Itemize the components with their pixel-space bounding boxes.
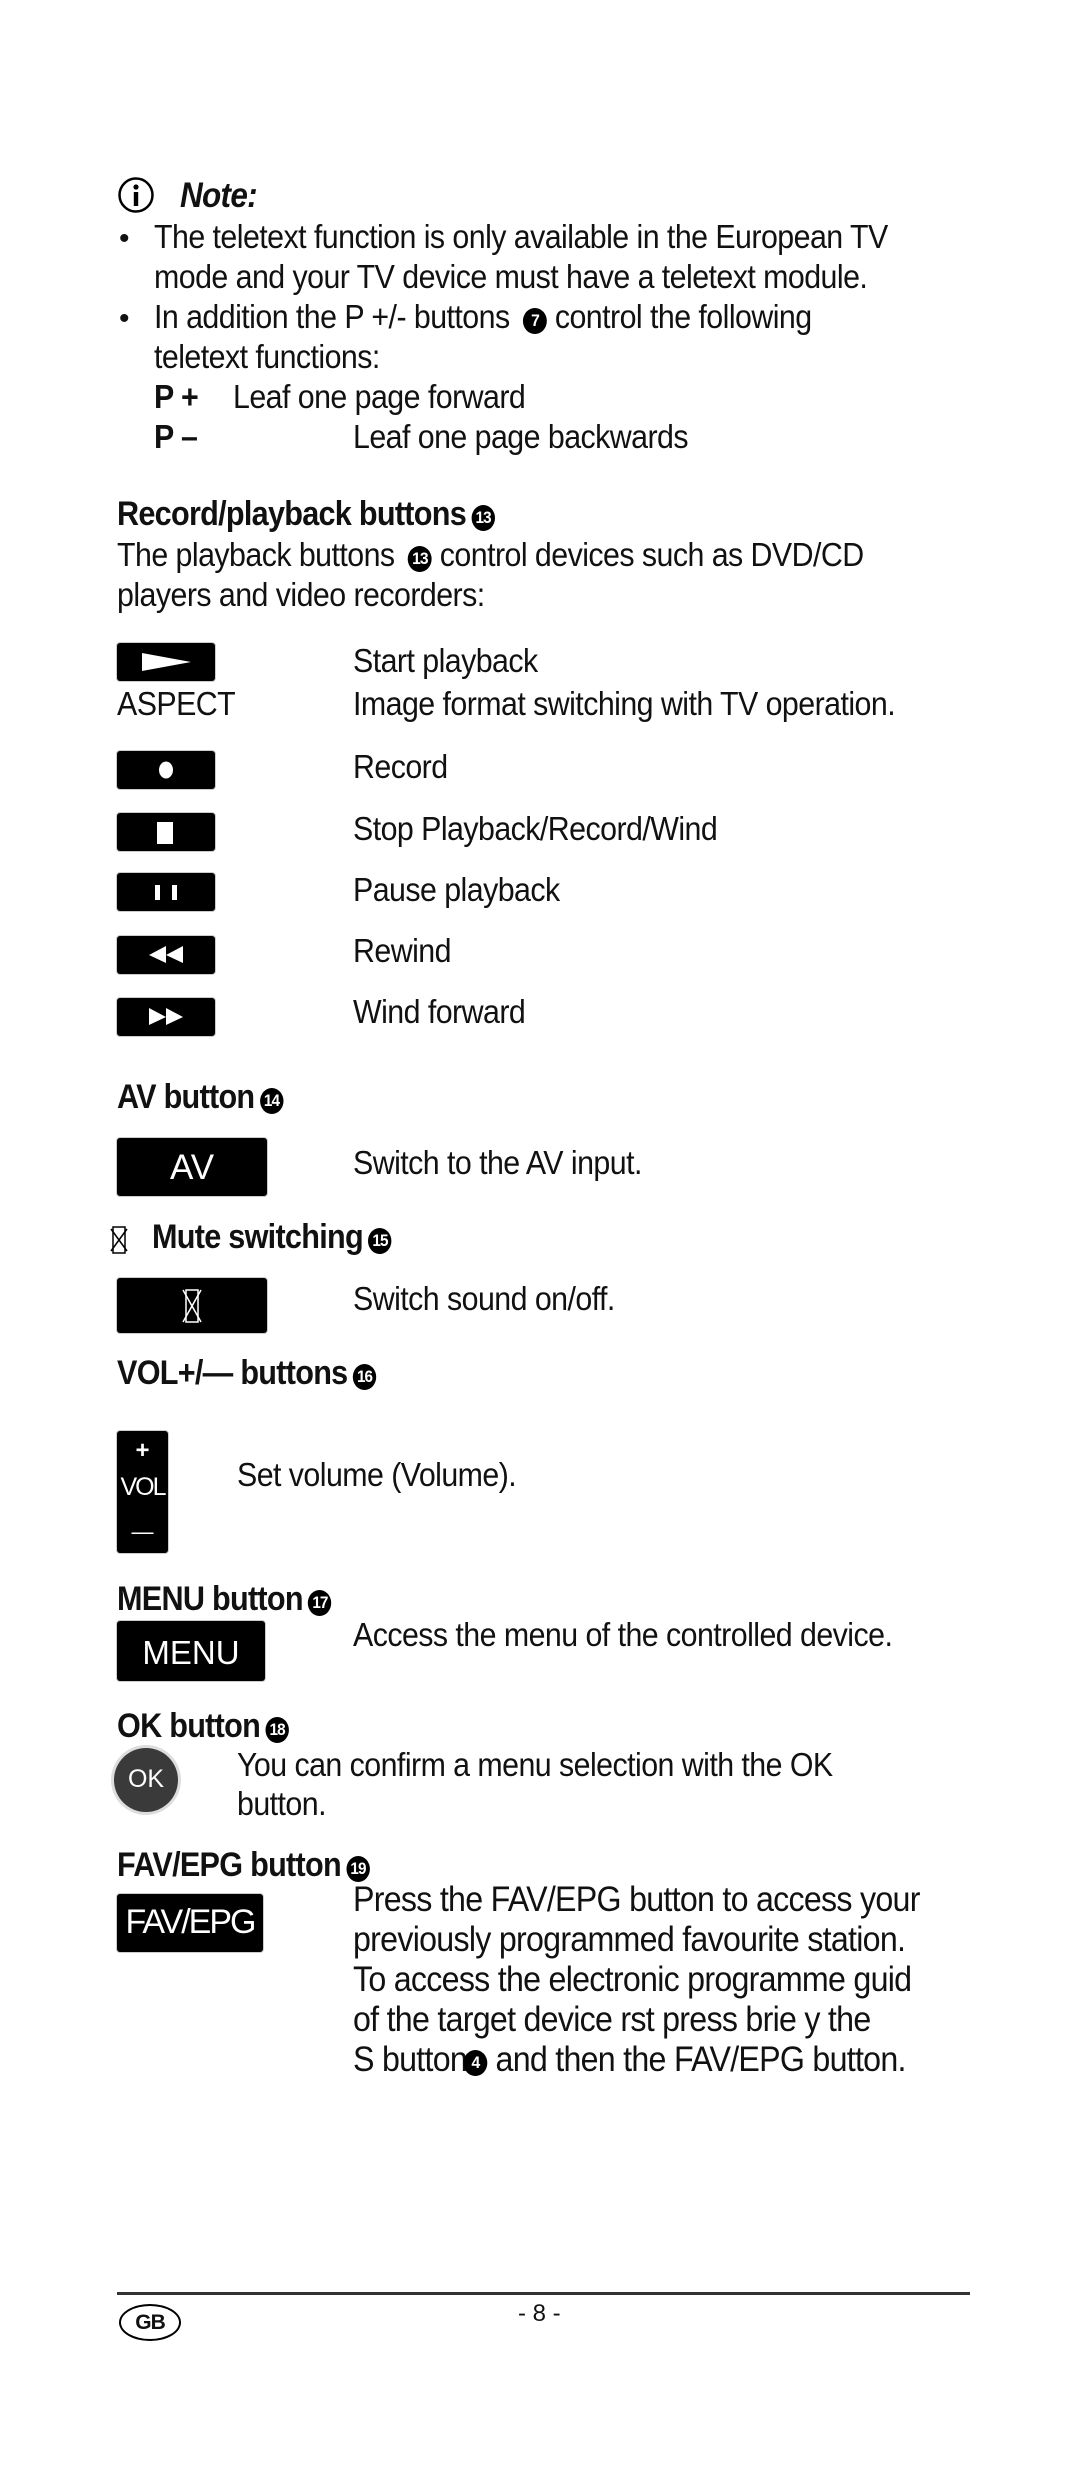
fav-epg-heading: FAV/EPG button 19: [117, 1846, 370, 1885]
fav-epg-button: FAV/EPG: [117, 1894, 263, 1952]
heading-text: OK button: [117, 1707, 261, 1745]
menu-heading: MENU button 17: [117, 1580, 332, 1619]
stop-icon: [157, 822, 173, 844]
ref-number-badge: 13: [471, 505, 495, 531]
record-desc: Record: [353, 748, 448, 785]
vol-button: + VOL —: [117, 1431, 168, 1553]
mute-icon: [182, 1289, 202, 1323]
footer-divider: [117, 2292, 970, 2295]
heading-text: AV button: [117, 1078, 255, 1116]
menu-desc: Access the menu of the controlled device…: [353, 1616, 893, 1653]
ok-heading: OK button 18: [117, 1707, 289, 1746]
ref-number-badge: 19: [346, 1856, 370, 1882]
record-button: [117, 751, 215, 789]
stop-desc: Stop Playback/Record/Wind: [353, 810, 718, 847]
heading-text: VOL+/— buttons: [117, 1354, 348, 1392]
note-bullet-2-text-a: In addition the P +/- buttons: [154, 298, 510, 335]
note-bullet-1-line-2: mode and your TV device must have a tele…: [154, 258, 868, 295]
fav-epg-line-4: of the target device rst press brie y th…: [353, 2000, 871, 2039]
menu-button: MENU: [117, 1621, 265, 1681]
fav-epg-line-1: Press the FAV/EPG button to access your: [353, 1880, 920, 1919]
page-number: - 8 -: [518, 2300, 561, 2327]
fast-forward-icon: [149, 1008, 183, 1025]
record-playback-intro-line-1: The playback buttons 13 control devices …: [117, 536, 864, 574]
note-bullet-2-line-1: In addition the P +/- buttons 7 control …: [154, 298, 812, 336]
ref-number-badge: 4: [463, 2050, 488, 2076]
fav-epg-line-2: previously programmed favourite station.: [353, 1920, 906, 1959]
p-minus-key: P –: [154, 418, 198, 456]
vol-minus-label: —: [131, 1519, 154, 1544]
intro-text-a: The playback buttons: [117, 536, 395, 573]
fav-epg-desc: Press the FAV/EPG button to access your …: [353, 1880, 1009, 2080]
p-minus-desc: Leaf one page backwards: [353, 418, 689, 455]
p-minus-label: P –: [154, 418, 198, 455]
rewind-desc: Rewind: [353, 932, 452, 969]
ref-number-badge: 16: [352, 1364, 377, 1390]
fav-epg-line-3: To access the electronic programme guid: [353, 1960, 912, 1999]
ref-number-badge: 15: [368, 1228, 392, 1254]
rewind-button: [117, 936, 215, 974]
pause-button: [117, 873, 215, 911]
heading-text: Mute switching: [152, 1218, 364, 1256]
vol-plus-label: +: [135, 1437, 150, 1464]
ok-desc-line-2: button.: [237, 1785, 327, 1822]
vol-desc: Set volume (Volume).: [237, 1456, 517, 1493]
ref-number-badge: 14: [259, 1088, 284, 1114]
vol-heading: VOL+/— buttons 16: [117, 1354, 377, 1393]
heading-text: MENU button: [117, 1580, 304, 1618]
mute-desc: Switch sound on/off.: [353, 1280, 615, 1317]
play-icon: [142, 653, 191, 671]
bullet-dot: •: [119, 222, 130, 255]
heading-text: FAV/EPG button: [117, 1846, 342, 1884]
ref-number-badge: 17: [308, 1590, 332, 1616]
bullet-dot: •: [119, 302, 130, 335]
fav-epg-line-5: S button 4 and then the FAV/EPG button.: [353, 2040, 906, 2080]
ref-number-badge: 18: [265, 1717, 289, 1743]
pause-desc: Pause playback: [353, 871, 560, 908]
menu-key-label: MENU: [142, 1634, 240, 1671]
aspect-desc: Image format switching with TV operation…: [353, 685, 896, 722]
mute-heading: Mute switching 15: [152, 1218, 392, 1257]
country-badge: GB: [119, 2304, 181, 2341]
p-plus-desc: Leaf one page forward: [233, 378, 526, 415]
record-icon: [159, 761, 173, 779]
note-title: Note:: [180, 176, 258, 215]
record-playback-intro-line-2: players and video recorders:: [117, 576, 485, 613]
record-playback-heading: Record/playback buttons 13: [117, 495, 495, 534]
info-circle-icon: [118, 177, 154, 213]
note-bullet-2-line-2: teletext functions:: [154, 338, 380, 375]
fav-epg-line-5-text: S button: [353, 2040, 468, 2079]
play-desc: Start playback: [353, 642, 538, 679]
rewind-icon: [149, 946, 183, 963]
pause-icon: [155, 885, 177, 900]
av-heading: AV button 14: [117, 1078, 284, 1117]
stop-button: [117, 813, 215, 851]
p-plus-key: P +: [154, 378, 199, 415]
av-desc: Switch to the AV input.: [353, 1144, 642, 1181]
ok-button: OK: [114, 1748, 178, 1812]
vol-key-label: VOL: [120, 1473, 166, 1501]
ok-key-label: OK: [127, 1765, 165, 1793]
av-button: AV: [117, 1138, 267, 1196]
fast-forward-desc: Wind forward: [353, 993, 526, 1030]
intro-text-b: control devices such as DVD/CD: [439, 536, 864, 573]
note-bullet-2-text-b: control the following: [554, 298, 812, 335]
play-button: [117, 643, 215, 681]
ok-desc-line-1: You can confirm a menu selection with th…: [237, 1746, 833, 1783]
ref-number-badge: 7: [523, 308, 547, 334]
fast-forward-button: [117, 998, 215, 1036]
note-bullet-1-line-1: The teletext function is only available …: [154, 218, 888, 255]
fav-epg-key-label: FAV/EPG: [125, 1903, 257, 1941]
fav-epg-line-5-tail: and then the FAV/EPG button.: [487, 2040, 907, 2079]
ref-number-badge: 13: [407, 546, 432, 572]
mute-button: [117, 1278, 267, 1333]
aspect-label: ASPECT: [117, 685, 236, 722]
heading-text: Record/playback buttons: [117, 495, 467, 533]
av-key-label: AV: [169, 1148, 215, 1187]
mute-icon: [110, 1226, 128, 1254]
